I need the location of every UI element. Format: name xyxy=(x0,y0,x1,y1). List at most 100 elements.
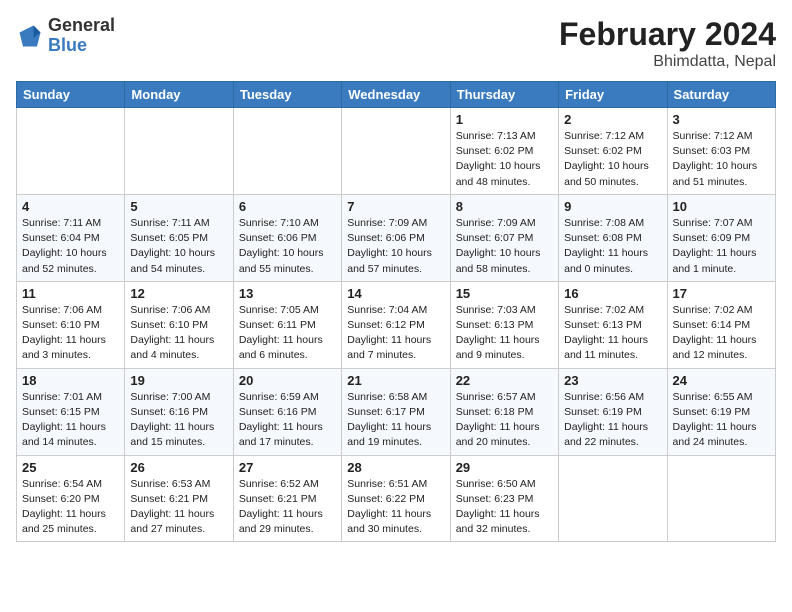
day-info: Sunrise: 7:05 AM Sunset: 6:11 PM Dayligh… xyxy=(239,303,336,364)
calendar-cell: 16 Sunrise: 7:02 AM Sunset: 6:13 PM Dayli… xyxy=(559,281,667,368)
calendar-cell: 28 Sunrise: 6:51 AM Sunset: 6:22 PM Dayli… xyxy=(342,455,450,542)
calendar-cell: 20Sunrise: 6:59 AM Sunset: 6:16 PM Dayli… xyxy=(233,368,341,455)
title-block: February 2024 Bhimdatta, Nepal xyxy=(559,16,776,71)
day-number: 19 xyxy=(130,373,227,388)
day-info: Sunrise: 7:09 AM Sunset: 6:07 PM Dayligh… xyxy=(456,216,553,277)
calendar-cell: 5 Sunrise: 7:11 AM Sunset: 6:05 PM Daylig… xyxy=(125,194,233,281)
day-number: 11 xyxy=(22,286,119,301)
day-header-thursday: Thursday xyxy=(450,82,558,108)
day-header-friday: Friday xyxy=(559,82,667,108)
calendar-cell xyxy=(125,108,233,195)
calendar-table: SundayMondayTuesdayWednesdayThursdayFrid… xyxy=(16,81,776,542)
day-number: 10 xyxy=(673,199,770,214)
day-info: Sunrise: 7:02 AM Sunset: 6:14 PM Dayligh… xyxy=(673,303,770,364)
calendar-cell: 21 Sunrise: 6:58 AM Sunset: 6:17 PM Dayli… xyxy=(342,368,450,455)
day-info: Sunrise: 7:09 AM Sunset: 6:06 PM Dayligh… xyxy=(347,216,444,277)
calendar-cell: 1 Sunrise: 7:13 AM Sunset: 6:02 PM Daylig… xyxy=(450,108,558,195)
day-info: Sunrise: 6:51 AM Sunset: 6:22 PM Dayligh… xyxy=(347,477,444,538)
day-info: Sunrise: 7:06 AM Sunset: 6:10 PM Dayligh… xyxy=(22,303,119,364)
day-number: 25 xyxy=(22,460,119,475)
calendar-week-1: 4Sunrise: 7:11 AM Sunset: 6:04 PM Daylig… xyxy=(17,194,776,281)
day-header-sunday: Sunday xyxy=(17,82,125,108)
calendar-cell: 10 Sunrise: 7:07 AM Sunset: 6:09 PM Dayli… xyxy=(667,194,775,281)
calendar-cell: 4Sunrise: 7:11 AM Sunset: 6:04 PM Daylig… xyxy=(17,194,125,281)
day-number: 16 xyxy=(564,286,661,301)
day-number: 6 xyxy=(239,199,336,214)
calendar-cell: 2 Sunrise: 7:12 AM Sunset: 6:02 PM Daylig… xyxy=(559,108,667,195)
day-number: 23 xyxy=(564,373,661,388)
calendar-cell xyxy=(559,455,667,542)
calendar-cell: 23 Sunrise: 6:56 AM Sunset: 6:19 PM Dayli… xyxy=(559,368,667,455)
day-number: 18 xyxy=(22,373,119,388)
calendar-cell: 27 Sunrise: 6:52 AM Sunset: 6:21 PM Dayli… xyxy=(233,455,341,542)
calendar-cell xyxy=(667,455,775,542)
day-header-monday: Monday xyxy=(125,82,233,108)
day-info: Sunrise: 6:52 AM Sunset: 6:21 PM Dayligh… xyxy=(239,477,336,538)
calendar-cell: 8 Sunrise: 7:09 AM Sunset: 6:07 PM Daylig… xyxy=(450,194,558,281)
day-number: 1 xyxy=(456,112,553,127)
day-info: Sunrise: 6:50 AM Sunset: 6:23 PM Dayligh… xyxy=(456,477,553,538)
day-number: 26 xyxy=(130,460,227,475)
calendar-cell: 19 Sunrise: 7:00 AM Sunset: 6:16 PM Dayli… xyxy=(125,368,233,455)
calendar-week-3: 18 Sunrise: 7:01 AM Sunset: 6:15 PM Dayli… xyxy=(17,368,776,455)
day-number: 28 xyxy=(347,460,444,475)
day-number: 21 xyxy=(347,373,444,388)
day-info: Sunrise: 7:02 AM Sunset: 6:13 PM Dayligh… xyxy=(564,303,661,364)
day-info: Sunrise: 7:07 AM Sunset: 6:09 PM Dayligh… xyxy=(673,216,770,277)
day-number: 2 xyxy=(564,112,661,127)
day-number: 7 xyxy=(347,199,444,214)
calendar-cell: 15 Sunrise: 7:03 AM Sunset: 6:13 PM Dayli… xyxy=(450,281,558,368)
day-info: Sunrise: 6:57 AM Sunset: 6:18 PM Dayligh… xyxy=(456,390,553,451)
calendar-cell: 25 Sunrise: 6:54 AM Sunset: 6:20 PM Dayli… xyxy=(17,455,125,542)
page-header: General Blue February 2024 Bhimdatta, Ne… xyxy=(16,16,776,71)
calendar-cell: 12 Sunrise: 7:06 AM Sunset: 6:10 PM Dayli… xyxy=(125,281,233,368)
calendar-header-row: SundayMondayTuesdayWednesdayThursdayFrid… xyxy=(17,82,776,108)
calendar-cell: 17Sunrise: 7:02 AM Sunset: 6:14 PM Dayli… xyxy=(667,281,775,368)
day-number: 3 xyxy=(673,112,770,127)
day-number: 27 xyxy=(239,460,336,475)
day-header-saturday: Saturday xyxy=(667,82,775,108)
day-number: 8 xyxy=(456,199,553,214)
calendar-subtitle: Bhimdatta, Nepal xyxy=(559,53,776,71)
calendar-cell: 14Sunrise: 7:04 AM Sunset: 6:12 PM Dayli… xyxy=(342,281,450,368)
logo-icon xyxy=(16,22,44,50)
day-info: Sunrise: 7:08 AM Sunset: 6:08 PM Dayligh… xyxy=(564,216,661,277)
calendar-cell xyxy=(17,108,125,195)
calendar-week-2: 11 Sunrise: 7:06 AM Sunset: 6:10 PM Dayli… xyxy=(17,281,776,368)
day-number: 15 xyxy=(456,286,553,301)
day-info: Sunrise: 7:01 AM Sunset: 6:15 PM Dayligh… xyxy=(22,390,119,451)
day-info: Sunrise: 7:00 AM Sunset: 6:16 PM Dayligh… xyxy=(130,390,227,451)
day-info: Sunrise: 7:13 AM Sunset: 6:02 PM Dayligh… xyxy=(456,129,553,190)
calendar-cell: 29 Sunrise: 6:50 AM Sunset: 6:23 PM Dayli… xyxy=(450,455,558,542)
day-header-wednesday: Wednesday xyxy=(342,82,450,108)
day-number: 12 xyxy=(130,286,227,301)
day-info: Sunrise: 7:03 AM Sunset: 6:13 PM Dayligh… xyxy=(456,303,553,364)
day-number: 5 xyxy=(130,199,227,214)
day-number: 22 xyxy=(456,373,553,388)
day-info: Sunrise: 6:56 AM Sunset: 6:19 PM Dayligh… xyxy=(564,390,661,451)
calendar-cell: 22 Sunrise: 6:57 AM Sunset: 6:18 PM Dayli… xyxy=(450,368,558,455)
calendar-week-0: 1 Sunrise: 7:13 AM Sunset: 6:02 PM Daylig… xyxy=(17,108,776,195)
day-info: Sunrise: 6:54 AM Sunset: 6:20 PM Dayligh… xyxy=(22,477,119,538)
day-info: Sunrise: 7:12 AM Sunset: 6:02 PM Dayligh… xyxy=(564,129,661,190)
day-number: 29 xyxy=(456,460,553,475)
logo-line2: Blue xyxy=(48,36,115,56)
calendar-cell: 18 Sunrise: 7:01 AM Sunset: 6:15 PM Dayli… xyxy=(17,368,125,455)
calendar-cell: 11 Sunrise: 7:06 AM Sunset: 6:10 PM Dayli… xyxy=(17,281,125,368)
day-info: Sunrise: 7:11 AM Sunset: 6:05 PM Dayligh… xyxy=(130,216,227,277)
logo-text: General Blue xyxy=(48,16,115,56)
day-number: 24 xyxy=(673,373,770,388)
calendar-cell xyxy=(342,108,450,195)
calendar-cell: 24Sunrise: 6:55 AM Sunset: 6:19 PM Dayli… xyxy=(667,368,775,455)
day-number: 13 xyxy=(239,286,336,301)
day-number: 9 xyxy=(564,199,661,214)
calendar-cell: 6 Sunrise: 7:10 AM Sunset: 6:06 PM Daylig… xyxy=(233,194,341,281)
calendar-week-4: 25 Sunrise: 6:54 AM Sunset: 6:20 PM Dayli… xyxy=(17,455,776,542)
calendar-cell: 9 Sunrise: 7:08 AM Sunset: 6:08 PM Daylig… xyxy=(559,194,667,281)
day-info: Sunrise: 6:53 AM Sunset: 6:21 PM Dayligh… xyxy=(130,477,227,538)
day-info: Sunrise: 6:58 AM Sunset: 6:17 PM Dayligh… xyxy=(347,390,444,451)
logo-line1: General xyxy=(48,16,115,36)
day-info: Sunrise: 7:06 AM Sunset: 6:10 PM Dayligh… xyxy=(130,303,227,364)
day-info: Sunrise: 7:10 AM Sunset: 6:06 PM Dayligh… xyxy=(239,216,336,277)
day-number: 4 xyxy=(22,199,119,214)
